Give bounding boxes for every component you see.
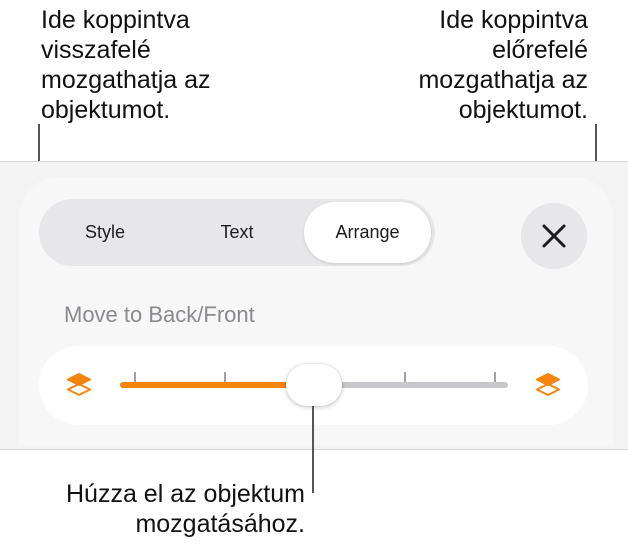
slider-track-fill: [120, 382, 314, 388]
callout-drag: Húzza el az objektum mozgatásához.: [65, 480, 305, 538]
callout-move-front: Ide koppintva előrefelé mozgathatja az o…: [418, 6, 588, 124]
slider-thumb[interactable]: [286, 364, 342, 406]
slider-tick: [224, 372, 226, 382]
close-button[interactable]: [521, 203, 587, 269]
layers-front-icon[interactable]: [533, 370, 563, 405]
slider-tick: [134, 372, 136, 382]
close-icon: [542, 224, 566, 248]
slider-tick: [404, 372, 406, 382]
callout-move-back: Ide koppintva visszafelé mozgathatja az …: [41, 6, 211, 124]
layers-back-icon[interactable]: [64, 370, 94, 405]
tab-style[interactable]: Style: [39, 199, 171, 266]
tab-text[interactable]: Text: [171, 199, 303, 266]
leader-line-drag: [312, 406, 314, 493]
slider-tick: [494, 372, 496, 382]
format-tabs: Style Text Arrange: [39, 199, 435, 266]
tab-arrange[interactable]: Arrange: [304, 202, 431, 263]
section-label-move: Move to Back/Front: [64, 302, 255, 327]
